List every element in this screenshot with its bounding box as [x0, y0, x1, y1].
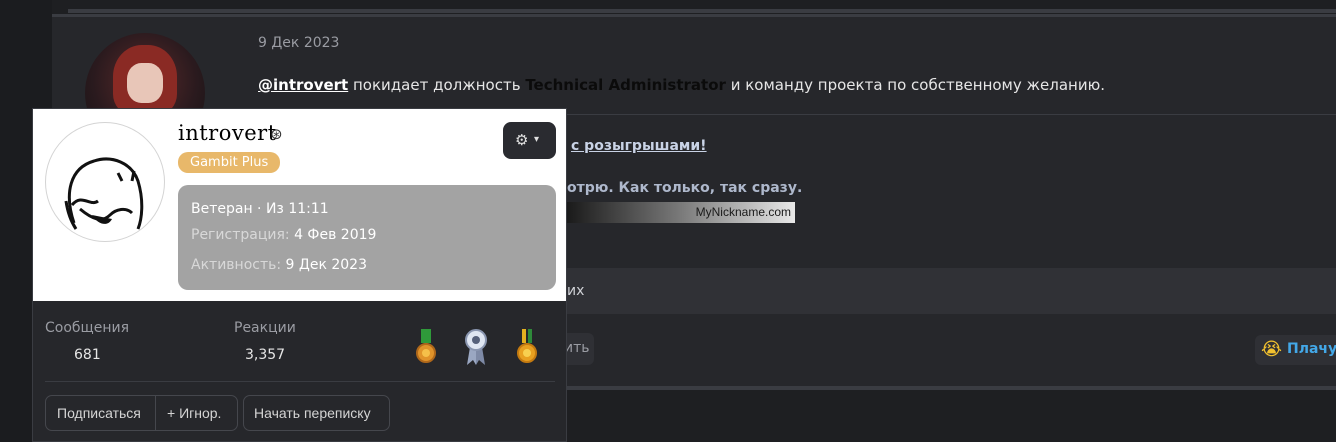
- cry-reaction-button[interactable]: 😭 Плачу: [1255, 335, 1336, 365]
- message-button-group: Начать переписку: [243, 395, 390, 431]
- user-title-line: Ветеран · Из 11:11: [191, 201, 329, 217]
- post-text-part2: и команду проекта по собственному желани…: [725, 76, 1105, 94]
- follow-button[interactable]: Подписаться: [46, 396, 156, 430]
- signature-banner-text: MyNickname.com: [695, 205, 791, 219]
- reactions-count[interactable]: 3,357: [245, 347, 285, 363]
- start-conversation-label: Начать переписку: [254, 405, 371, 421]
- blob-face-icon: [64, 157, 144, 230]
- follow-ignore-group: Подписаться + Игнор.: [45, 395, 238, 431]
- messages-count[interactable]: 681: [74, 347, 101, 363]
- start-conversation-button[interactable]: Начать переписку: [244, 396, 389, 430]
- role-name: Technical Administrator: [525, 76, 726, 94]
- tooltip-username[interactable]: introvert: [178, 121, 277, 145]
- ignore-button[interactable]: + Игнор.: [156, 396, 237, 430]
- gear-icon: ⚙: [515, 131, 529, 149]
- activity-value: 9 Дек 2023: [285, 257, 367, 273]
- medal-green-icon[interactable]: [415, 329, 437, 365]
- user-group-badge: Gambit Plus: [178, 152, 281, 173]
- reply-button-label: ить: [564, 340, 590, 356]
- user-mention-link[interactable]: @introvert: [258, 76, 348, 94]
- reactions-bar[interactable]: их: [567, 268, 1336, 314]
- signature-link[interactable]: с розыгрышами!: [571, 138, 707, 154]
- cry-reaction-label: Плачу: [1287, 341, 1336, 357]
- caret-down-icon: ▾: [534, 134, 540, 145]
- tooltip-separator: [45, 381, 555, 382]
- tooltip-avatar[interactable]: [45, 122, 165, 242]
- top-divider-bar: [68, 9, 1336, 13]
- post-text-part1: покидает должность: [348, 76, 526, 94]
- reactions-summary: их: [567, 283, 585, 299]
- ribbon-rosette-icon[interactable]: [465, 329, 487, 365]
- medal-gold-icon[interactable]: [516, 329, 538, 365]
- tooltip-settings-button[interactable]: ⚙ ▾: [503, 122, 556, 159]
- activity-label: Активность:: [191, 257, 282, 273]
- registration-value: 4 Фев 2019: [294, 227, 377, 243]
- follow-button-label: Подписаться: [57, 405, 141, 421]
- post-body: @introvert покидает должность Technical …: [258, 76, 1105, 94]
- user-info-box: Ветеран · Из 11:11 Регистрация: 4 Фев 20…: [178, 185, 556, 290]
- signature-banner[interactable]: MyNickname.com: [567, 202, 795, 223]
- post-date[interactable]: 9 Дек 2023: [258, 35, 339, 51]
- tooltip-header: introvert ⊛ Gambit Plus ⚙ ▾ Ветеран · Из…: [33, 109, 566, 301]
- crying-face-icon: 😭: [1261, 339, 1283, 360]
- verified-icon: ⊛: [270, 125, 283, 143]
- trophy-list: [413, 329, 553, 369]
- member-tooltip: introvert ⊛ Gambit Plus ⚙ ▾ Ветеран · Из…: [32, 108, 567, 442]
- avatar-face: [127, 63, 163, 103]
- registration-row: Регистрация: 4 Фев 2019: [191, 227, 376, 243]
- messages-label: Сообщения: [45, 320, 130, 336]
- registration-label: Регистрация:: [191, 227, 290, 243]
- reactions-label: Реакции: [234, 320, 296, 336]
- signature-text: отрю. Как только, так сразу.: [567, 180, 803, 196]
- ignore-button-label: + Игнор.: [167, 405, 222, 421]
- activity-row: Активность: 9 Дек 2023: [191, 257, 367, 273]
